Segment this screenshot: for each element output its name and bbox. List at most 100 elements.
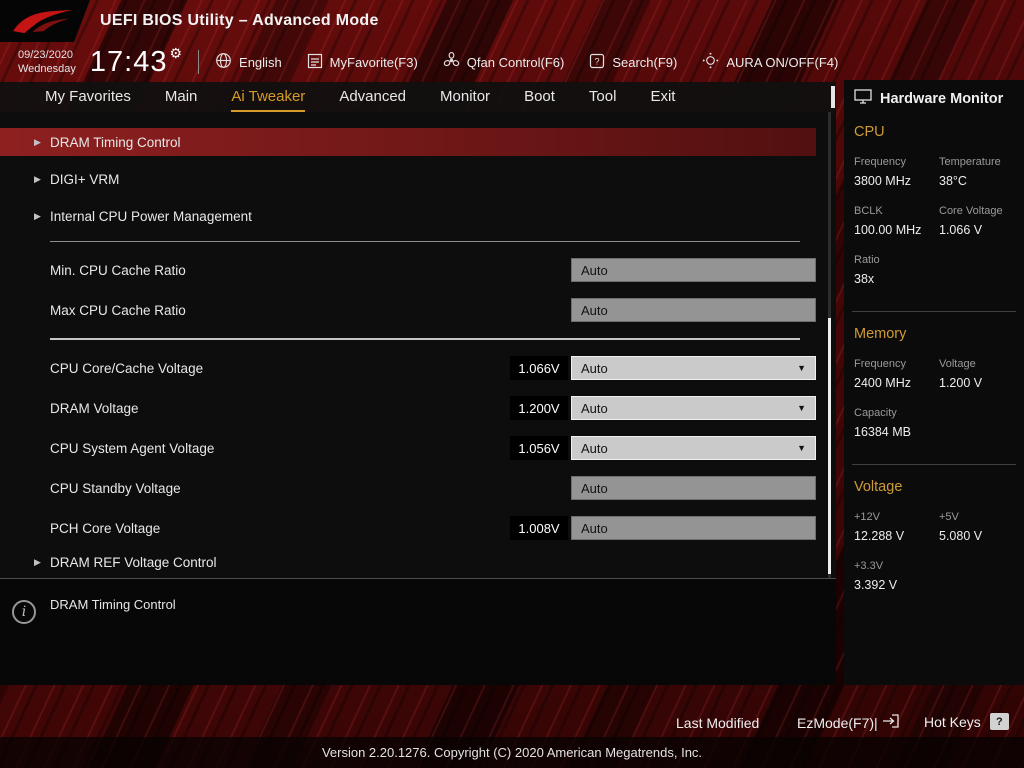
hm-label: +5V [939,511,959,523]
search-button[interactable]: ? Search(F9) [589,53,677,72]
aura-button[interactable]: AURA ON/OFF(F4) [702,52,838,72]
setting-dram-voltage: DRAM Voltage 1.200V Auto ▼ [0,388,836,428]
bios-screen: UEFI BIOS Utility – Advanced Mode 09/23/… [0,0,1024,768]
tab-ai-tweaker[interactable]: Ai Tweaker [214,82,322,112]
submenu-arrow-icon: ▶ [34,556,41,567]
hm-label: Frequency [854,358,906,370]
clock-display[interactable]: 17:43 ⚙ [90,45,182,79]
setting-label: PCH Core Voltage [50,520,161,536]
hm-label: BCLK [854,205,883,217]
hm-value: 2400 MHz [854,376,911,390]
setting-label: CPU System Agent Voltage [50,440,215,456]
value-text: Auto [581,360,608,376]
value-text: Auto [581,400,608,416]
min-cpu-cache-ratio-value[interactable]: Auto [571,258,816,282]
cpu-standby-voltage-value[interactable]: Auto [571,476,816,500]
scrollbar-thumb[interactable] [828,318,831,574]
setting-label: CPU Core/Cache Voltage [50,360,204,376]
search-icon: ? [589,53,605,72]
hm-label: Ratio [854,254,880,266]
qfan-label: Qfan Control(F6) [466,54,565,70]
pch-core-voltage-value[interactable]: Auto [571,516,816,540]
setting-cpu-standby-voltage: CPU Standby Voltage Auto [0,468,836,508]
hm-value: 1.200 V [939,376,983,390]
last-modified-button[interactable]: Last Modified [676,715,759,731]
setting-label: Min. CPU Cache Ratio [50,262,186,278]
tab-my-favorites[interactable]: My Favorites [28,82,148,112]
myfavorite-button[interactable]: MyFavorite(F3) [307,53,418,72]
hm-label: +3.3V [854,560,884,572]
submenu-arrow-icon: ▶ [34,174,41,184]
chevron-down-icon: ▼ [797,363,806,373]
cpu-core-cache-voltage-dropdown[interactable]: Auto ▼ [571,356,816,380]
tab-monitor[interactable]: Monitor [423,82,507,112]
qfan-control-button[interactable]: Qfan Control(F6) [443,51,565,72]
tab-tool[interactable]: Tool [572,82,634,112]
submenu-internal-cpu-power-management[interactable]: ▶ Internal CPU Power Management [0,198,836,235]
submenu-digi-vrm[interactable]: ▶ DIGI+ VRM [0,161,836,198]
language-button[interactable]: English [215,52,282,72]
submenu-label: Internal CPU Power Management [50,209,252,224]
tab-main[interactable]: Main [148,82,215,112]
hm-section-cpu: CPU Frequency 3800 MHz Temperature 38°C … [852,114,1016,305]
hm-section-voltage: Voltage +12V 12.288 V +5V 5.080 V +3.3V … [852,464,1016,611]
top-bar: UEFI BIOS Utility – Advanced Mode 09/23/… [0,0,1024,82]
tab-exit[interactable]: Exit [633,82,692,112]
value-text: Auto [581,440,608,456]
search-label: Search(F9) [612,54,678,70]
svg-text:?: ? [595,56,600,66]
hm-label: Core Voltage [939,205,1003,217]
help-panel: i DRAM Timing Control [0,578,836,685]
hm-value: 3.392 V [854,578,898,592]
submenu-dram-ref-voltage-control[interactable]: ▶ DRAM REF Voltage Control [0,548,836,576]
monitor-icon [854,89,872,108]
hardware-monitor-panel: Hardware Monitor CPU Frequency 3800 MHz … [844,80,1024,685]
divider [198,50,200,74]
submenu-label: DRAM REF Voltage Control [50,554,217,570]
setting-pch-core-voltage: PCH Core Voltage 1.008V Auto [0,508,836,548]
setting-label: CPU Standby Voltage [50,480,181,496]
hardware-monitor-header: Hardware Monitor [852,80,1016,114]
voltage-reading: 1.008V [510,516,568,540]
version-text: Version 2.20.1276. Copyright (C) 2020 Am… [321,745,703,760]
setting-label: DRAM Voltage [50,400,139,416]
question-icon: ? [989,713,1009,730]
voltage-reading: 1.056V [510,436,568,460]
language-label: English [239,54,282,70]
last-modified-label: Last Modified [676,715,760,731]
info-icon: i [12,600,36,624]
hm-value: 16384 MB [854,425,911,439]
main-menu-bar: My Favorites Main Ai Tweaker Advanced Mo… [0,82,836,112]
date-text: 09/23/2020 [18,48,74,61]
hm-value: 38x [854,272,875,286]
qfan-icon [443,51,460,72]
app-title: UEFI BIOS Utility – Advanced Mode [100,12,379,29]
settings-panel: ▶ DRAM Timing Control ▶ DIGI+ VRM ▶ Inte… [0,112,836,578]
max-cpu-cache-ratio-value[interactable]: Auto [571,298,816,322]
hot-keys-label: Hot Keys [924,713,981,730]
submenu-dram-timing-control[interactable]: ▶ DRAM Timing Control [0,128,816,156]
value-text: Auto [581,480,608,496]
tab-boot[interactable]: Boot [507,82,572,112]
submenu-label: DIGI+ VRM [50,172,120,187]
hm-value: 3800 MHz [854,174,911,188]
globe-icon [215,52,232,72]
myfavorite-label: MyFavorite(F3) [329,54,418,70]
hm-section-memory: Memory Frequency 2400 MHz Voltage 1.200 … [852,311,1016,458]
nav-scrollbar-thumb[interactable] [831,86,835,108]
ezmode-button[interactable]: EzMode(F7)| [797,714,900,731]
hm-label: Capacity [854,407,897,419]
hm-label: Temperature [939,156,1001,168]
hm-cpu-title: CPU [854,124,885,140]
setting-max-cpu-cache-ratio: Max CPU Cache Ratio Auto [0,290,836,330]
dram-voltage-dropdown[interactable]: Auto ▼ [571,396,816,420]
hm-value: 12.288 V [854,529,905,543]
gear-icon[interactable]: ⚙ [169,45,182,62]
ezmode-label: EzMode(F7)| [797,714,878,731]
hm-label: +12V [854,511,880,523]
hot-keys-button[interactable]: Hot Keys ? [924,713,1009,730]
tab-advanced[interactable]: Advanced [322,82,423,112]
chevron-down-icon: ▼ [797,443,806,453]
cpu-system-agent-voltage-dropdown[interactable]: Auto ▼ [571,436,816,460]
setting-min-cpu-cache-ratio: Min. CPU Cache Ratio Auto [0,250,836,290]
